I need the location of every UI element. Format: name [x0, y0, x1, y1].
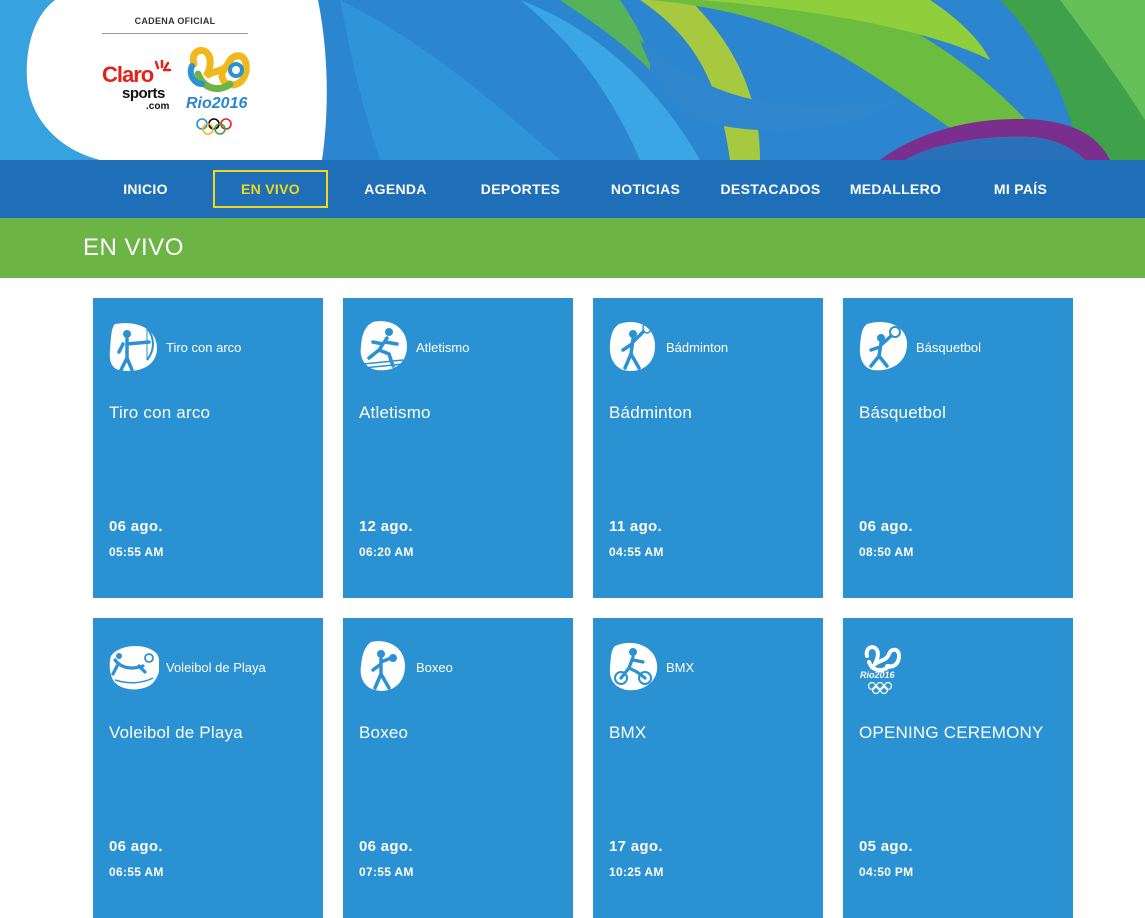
event-date: 11 ago.: [609, 518, 662, 535]
event-time: 08:50 AM: [859, 545, 914, 559]
claro-rays-icon: [154, 60, 172, 72]
nav-item-mi-pais[interactable]: MI PAÍS: [963, 170, 1078, 208]
boxing-icon: [360, 641, 405, 691]
event-sport-tag: Básquetbol: [916, 340, 982, 355]
event-title: Tiro con arco: [109, 403, 211, 422]
event-card-bmx[interactable]: BMX BMX 17 ago. 10:25 AM: [593, 618, 823, 918]
event-card-basquetbol[interactable]: Básquetbol Básquetbol 06 ago. 08:50 AM: [843, 298, 1073, 598]
event-title: Bádminton: [609, 403, 693, 422]
official-network-label: CADENA OFICIAL: [134, 16, 216, 26]
event-date: 06 ago.: [109, 518, 163, 535]
event-title: BMX: [609, 723, 647, 742]
event-time: 04:50 PM: [859, 865, 914, 879]
event-time: 10:25 AM: [609, 865, 664, 879]
event-date: 05 ago.: [859, 838, 913, 855]
section-bar: EN VIVO: [0, 218, 1145, 278]
event-time: 05:55 AM: [109, 545, 164, 559]
rio2016-logo[interactable]: Rio2016: [184, 44, 256, 138]
event-title: Atletismo: [359, 403, 431, 422]
event-sport-tag: Boxeo: [416, 660, 453, 675]
event-date: 12 ago.: [359, 518, 413, 535]
page-title: EN VIVO: [83, 234, 184, 261]
event-card-opening-ceremony[interactable]: Rio2016 OPENING CEREMONY 05 ago. 04:50 P…: [843, 618, 1073, 918]
rio2016-emblem-icon: Rio2016: [186, 46, 250, 135]
event-card-atletismo[interactable]: Atletismo Atletismo 12 ago. 06:20 AM: [343, 298, 573, 598]
nav-item-medallero[interactable]: MEDALLERO: [838, 170, 953, 208]
nav-item-en-vivo[interactable]: EN VIVO: [213, 170, 328, 208]
header-banner: CADENA OFICIAL Claro sports .com Rio2016: [0, 0, 1145, 160]
event-time: 07:55 AM: [359, 865, 414, 879]
event-sport-tag: Atletismo: [416, 340, 470, 355]
rio2016-logo-text: Rio2016: [860, 670, 896, 680]
bmx-icon: [609, 642, 658, 691]
sports-logo-text: sports: [122, 85, 165, 102]
label-divider: [102, 33, 248, 34]
event-title: Básquetbol: [859, 403, 947, 422]
event-sport-tag: Bádminton: [666, 340, 729, 355]
event-sport-tag: BMX: [666, 660, 695, 675]
event-card-badminton[interactable]: Bádminton Bádminton 11 ago. 04:55 AM: [593, 298, 823, 598]
event-date: 06 ago.: [359, 838, 413, 855]
badminton-icon: [609, 322, 655, 371]
event-time: 04:55 AM: [609, 545, 664, 559]
com-logo-text: .com: [146, 101, 170, 112]
event-sport-tag: Voleibol de Playa: [166, 660, 266, 675]
nav-item-destacados[interactable]: DESTACADOS: [713, 170, 828, 208]
logo-panel: CADENA OFICIAL Claro sports .com Rio2016: [0, 0, 340, 160]
event-title: Boxeo: [359, 723, 409, 742]
nav-item-noticias[interactable]: NOTICIAS: [588, 170, 703, 208]
event-card-tiro-con-arco[interactable]: Tiro con arco Tiro con arco 06 ago. 05:5…: [93, 298, 323, 598]
nav-item-inicio[interactable]: INICIO: [88, 170, 203, 208]
event-date: 06 ago.: [109, 838, 163, 855]
athletics-icon: [360, 321, 407, 371]
event-sport-tag: Tiro con arco: [166, 340, 242, 355]
rio2016-logo-icon: Rio2016: [860, 645, 902, 694]
event-date: 17 ago.: [609, 838, 663, 855]
event-card-boxeo[interactable]: Boxeo Boxeo 06 ago. 07:55 AM: [343, 618, 573, 918]
event-date: 06 ago.: [859, 518, 913, 535]
basketball-icon: [859, 322, 907, 371]
event-card-voleibol-de-playa[interactable]: Voleibol de Playa Voleibol de Playa 06 a…: [93, 618, 323, 918]
event-time: 06:20 AM: [359, 545, 414, 559]
archery-icon: [109, 323, 157, 372]
main-nav: INICIO EN VIVO AGENDA DEPORTES NOTICIAS …: [0, 160, 1145, 218]
beach-volleyball-icon: [109, 646, 159, 690]
nav-item-agenda[interactable]: AGENDA: [338, 170, 453, 208]
rio2016-logo-text: Rio2016: [186, 95, 247, 112]
nav-item-deportes[interactable]: DEPORTES: [463, 170, 578, 208]
event-title: OPENING CEREMONY: [859, 723, 1044, 742]
event-title: Voleibol de Playa: [109, 723, 243, 742]
event-time: 06:55 AM: [109, 865, 164, 879]
claro-sports-logo[interactable]: Claro sports .com: [100, 60, 172, 116]
